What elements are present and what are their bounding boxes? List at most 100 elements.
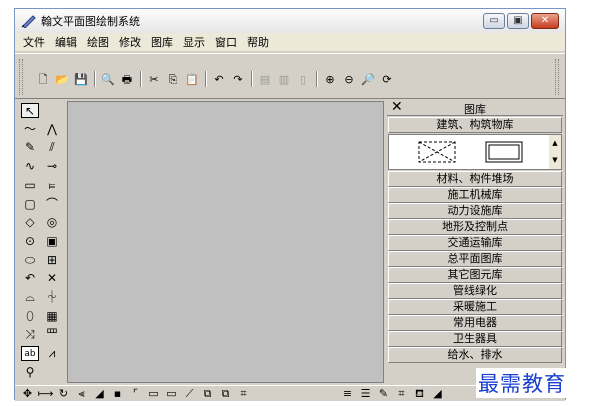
corner-icon[interactable]: ⌜ xyxy=(127,387,144,401)
maximize-button[interactable]: ▣ xyxy=(507,13,529,29)
rect-b-icon[interactable]: ▭ xyxy=(163,387,180,401)
copy-icon[interactable]: ⎘ xyxy=(165,72,181,87)
library-category-button[interactable]: 施工机械库 xyxy=(388,187,562,203)
rotate-icon[interactable]: ↻ xyxy=(55,387,72,401)
zoom-refresh-icon[interactable]: ⟳ xyxy=(379,72,395,87)
toolbar-grip-left[interactable] xyxy=(19,59,23,95)
cut-icon[interactable]: ✂ xyxy=(146,72,162,87)
line-style-icon[interactable]: ≡ xyxy=(339,387,356,401)
text-ab-icon[interactable]: ab xyxy=(21,346,39,362)
rectangle-icon[interactable]: ▭ xyxy=(21,178,39,193)
save-icon[interactable]: 💾 xyxy=(73,72,89,87)
paste-icon[interactable]: 📋 xyxy=(184,72,200,87)
fill-icon[interactable]: ◢ xyxy=(91,387,108,401)
menu-item[interactable]: 窗口 xyxy=(215,34,237,50)
library-category-button[interactable]: 材料、构件堆场 xyxy=(388,171,562,187)
rect-a-icon[interactable]: ▭ xyxy=(145,387,162,401)
scroll-up-icon[interactable]: ▲ xyxy=(549,135,561,152)
wave-line-icon[interactable]: ⏆ xyxy=(43,290,61,305)
layer-b-icon[interactable]: ⧉ xyxy=(217,387,234,401)
table-icon[interactable]: 罒 xyxy=(43,327,61,342)
scroll-down-icon[interactable]: ▼ xyxy=(549,152,561,169)
library-category-button[interactable]: 交通运输库 xyxy=(388,235,562,251)
print-icon[interactable]: 🖶 xyxy=(119,72,135,87)
line-weight-icon[interactable]: ☰ xyxy=(357,387,374,401)
panel-title: 图库 xyxy=(464,103,486,116)
polyline-icon[interactable]: 〜 xyxy=(21,122,39,137)
ungroup-icon: ▥ xyxy=(278,72,290,86)
menubar: 文件 编辑 绘图 修改 图库 显示 窗口 帮助 xyxy=(15,33,565,51)
person-icon[interactable]: ⚲ xyxy=(21,365,39,380)
library-category-button[interactable]: 管线绿化 xyxy=(388,283,562,299)
broken-line-icon[interactable]: ⋀ xyxy=(43,122,61,137)
menu-item[interactable]: 图库 xyxy=(151,34,173,50)
zoom-out-icon[interactable]: ⊖ xyxy=(341,72,357,87)
line-dot-icon[interactable]: ⊸ xyxy=(43,159,61,174)
arc-icon[interactable]: ↶ xyxy=(21,271,39,286)
zoom-fit-icon[interactable]: 🔎 xyxy=(360,72,376,87)
align-icon[interactable]: ⟼ xyxy=(37,387,54,401)
menu-item[interactable]: 绘图 xyxy=(87,34,109,50)
menu-item[interactable]: 编辑 xyxy=(55,34,77,50)
brick-icon[interactable]: ▦ xyxy=(43,309,61,324)
zoom-in-icon[interactable]: ⊕ xyxy=(322,72,338,87)
library-category-list: 材料、构件堆场 施工机械库 动力设施库 地形及控制点 交通运输库 总平面图库 其它图元库 管线… xyxy=(387,171,563,363)
library-category-button[interactable]: 其它图元库 xyxy=(388,267,562,283)
library-preview[interactable]: ▲ ▼ xyxy=(388,134,562,170)
layer-a-icon[interactable]: ⧉ xyxy=(199,387,216,401)
frame-tool-icon[interactable]: ▣ xyxy=(43,234,61,249)
library-category-button[interactable]: 采暖施工 xyxy=(388,299,562,315)
library-category-button[interactable]: 建筑、构筑物库 xyxy=(388,117,562,133)
bucket-icon[interactable]: ⛾ xyxy=(411,387,428,401)
bracket-icon[interactable]: ⌗ xyxy=(235,387,252,401)
library-category-button[interactable]: 地形及控制点 xyxy=(388,219,562,235)
drawing-canvas[interactable] xyxy=(67,101,384,383)
preview-scrollbar[interactable]: ▲ ▼ xyxy=(549,135,561,169)
curve-icon[interactable]: ∿ xyxy=(21,159,39,174)
hatch-line-icon[interactable]: ⫽ xyxy=(43,140,61,155)
library-category-button[interactable]: 动力设施库 xyxy=(388,203,562,219)
menu-item[interactable]: 文件 xyxy=(23,34,45,50)
half-circle-icon[interactable]: ⌓ xyxy=(21,290,39,305)
move-icon[interactable]: ✥ xyxy=(19,387,36,401)
library-category-button[interactable]: 给水、排水 xyxy=(388,347,562,363)
diamond-icon[interactable]: ◇ xyxy=(21,215,39,230)
print-preview-icon[interactable]: 🔍 xyxy=(100,72,116,87)
library-category-button[interactable]: 总平面图库 xyxy=(388,251,562,267)
triangle-icon[interactable]: ◢ xyxy=(429,387,446,401)
target-icon[interactable]: ◎ xyxy=(43,215,61,230)
pencil-icon[interactable]: ✎ xyxy=(21,140,39,155)
scissor-icon[interactable]: ⤨ xyxy=(21,327,39,342)
circle-icon[interactable]: ⊙ xyxy=(21,234,39,249)
toolbar-buttons: 🗋 📂 💾 🔍 🖶 ✂ ⎘ 📋 ↶ ↷ ▤ ▥ ▯ ⊕ ⊖ 🔎 ⟳ xyxy=(35,71,398,87)
select-arrow-icon[interactable]: ↖ xyxy=(21,103,39,118)
mirror-icon[interactable]: ⫷ xyxy=(73,387,90,401)
leaf-icon[interactable]: ⬯ xyxy=(21,309,39,324)
chart-icon[interactable]: ⩘ xyxy=(43,346,61,361)
minimize-button[interactable]: ▭ xyxy=(483,13,505,29)
pattern-icon[interactable]: ⌗ xyxy=(393,387,410,401)
undo-icon[interactable]: ↶ xyxy=(211,72,227,87)
menu-item[interactable]: 显示 xyxy=(183,34,205,50)
line-icon[interactable]: ⟋ xyxy=(181,387,198,401)
toolbar-grip-right[interactable] xyxy=(555,59,559,95)
library-category-button[interactable]: 卫生器具 xyxy=(388,331,562,347)
arc-line-icon[interactable]: ⌒ xyxy=(43,197,61,212)
bottom-tools-left: ✥ ⟼ ↻ ⫷ ◢ ▪ ⌜ ▭ ▭ ⟋ ⧉ ⧉ ⌗ xyxy=(19,386,253,402)
cross-icon[interactable]: ✕ xyxy=(43,271,61,286)
ellipse-icon[interactable]: ⬭ xyxy=(21,253,39,268)
menu-item[interactable]: 修改 xyxy=(119,34,141,50)
maximize-icon: ▣ xyxy=(513,15,523,26)
rounded-rect-icon[interactable]: ▢ xyxy=(21,197,39,212)
new-file-icon[interactable]: 🗋 xyxy=(35,72,51,87)
dimension-icon[interactable]: ⫢ xyxy=(43,178,61,193)
menu-item[interactable]: 帮助 xyxy=(247,34,269,50)
close-button[interactable]: ✕ xyxy=(531,13,559,29)
redo-icon[interactable]: ↷ xyxy=(230,72,246,87)
library-category-button[interactable]: 常用电器 xyxy=(388,315,562,331)
point-icon[interactable]: ▪ xyxy=(109,387,126,401)
open-folder-icon[interactable]: 📂 xyxy=(54,72,70,87)
library-preview-symbols xyxy=(418,141,523,163)
color-pen-icon[interactable]: ✎ xyxy=(375,387,392,401)
grid-icon[interactable]: ⊞ xyxy=(43,253,61,268)
